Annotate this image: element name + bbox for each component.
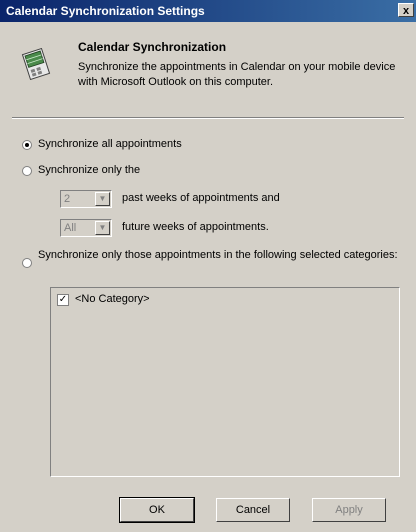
category-label[interactable]: <No Category> bbox=[75, 293, 150, 305]
sync-categories-label[interactable]: Synchronize only those appointments in t… bbox=[38, 248, 404, 263]
past-weeks-value: 2 bbox=[64, 193, 71, 205]
calendar-sync-icon bbox=[21, 48, 51, 80]
sync-all-label[interactable]: Synchronize all appointments bbox=[38, 137, 182, 152]
ok-button[interactable]: OK bbox=[119, 497, 195, 523]
category-list[interactable]: ✓ <No Category> bbox=[50, 287, 400, 477]
future-weeks-value: All bbox=[64, 222, 77, 234]
past-weeks-label: past weeks of appointments and bbox=[122, 192, 280, 204]
header-description: Synchronize the appointments in Calendar… bbox=[78, 61, 396, 88]
sync-all-radio[interactable] bbox=[22, 140, 32, 150]
cancel-button[interactable]: Cancel bbox=[216, 498, 290, 522]
window-title: Calendar Synchronization Settings bbox=[6, 4, 205, 18]
apply-button[interactable]: Apply bbox=[312, 498, 386, 522]
past-weeks-combo: 2 ▼ bbox=[60, 190, 112, 208]
sync-only-label[interactable]: Synchronize only the bbox=[38, 163, 140, 178]
separator bbox=[12, 117, 404, 119]
sync-only-radio[interactable] bbox=[22, 166, 32, 176]
header-title: Calendar Synchronization bbox=[78, 40, 227, 54]
close-button[interactable]: x bbox=[398, 3, 414, 17]
sync-categories-radio[interactable] bbox=[22, 258, 32, 268]
chevron-down-icon: ▼ bbox=[95, 192, 110, 206]
chevron-down-icon: ▼ bbox=[95, 221, 110, 235]
category-checkbox[interactable]: ✓ bbox=[57, 294, 69, 306]
future-weeks-label: future weeks of appointments. bbox=[122, 221, 269, 233]
title-bar: Calendar Synchronization Settings x bbox=[0, 0, 416, 22]
future-weeks-combo: All ▼ bbox=[60, 219, 112, 237]
